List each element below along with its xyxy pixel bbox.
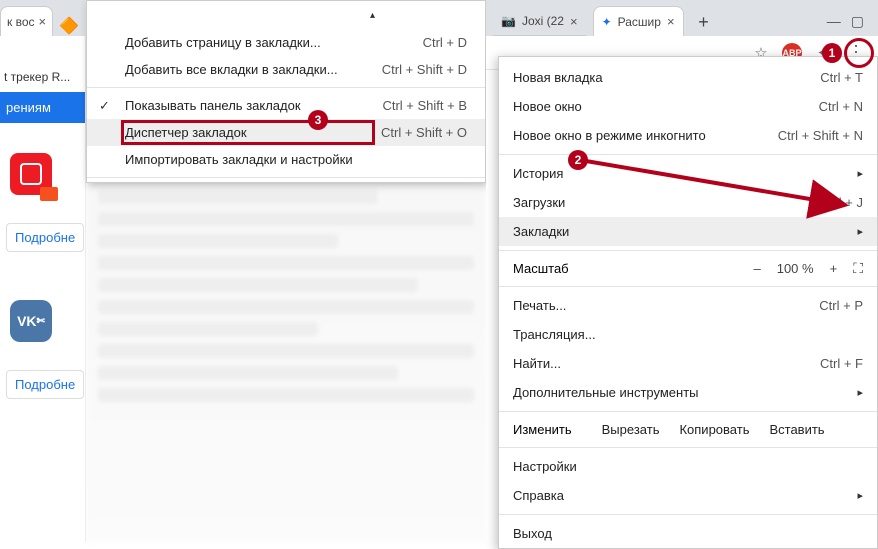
left-window-fragment: к вос × 🔶 t трекер R... рениям Подробне … <box>0 0 86 542</box>
submenu-shortcut: Ctrl + Shift + D <box>382 62 467 77</box>
annotation-badge-1: 1 <box>822 43 842 63</box>
submenu-label: Добавить все вкладки в закладки... <box>125 62 338 77</box>
blurred-bookmark-list <box>86 160 486 542</box>
right-tabstrip: 📷 Joxi (22 × ✦ Расшир × + — ▢ <box>486 0 878 36</box>
right-window-fragment: 📷 Joxi (22 × ✦ Расшир × + — ▢ ☆ ABP ✦ ⋮ … <box>486 0 878 542</box>
submenu-shortcut: Ctrl + Shift + B <box>382 98 467 113</box>
browser-tab-extensions[interactable]: ✦ Расшир × <box>593 6 684 36</box>
tab-title: Расшир <box>618 15 661 29</box>
check-icon: ✓ <box>99 98 110 114</box>
chevron-right-icon: ▸ <box>857 225 863 238</box>
menu-settings[interactable]: Настройки <box>499 452 877 481</box>
menu-edit-row: Изменить Вырезать Копировать Вставить <box>499 416 877 443</box>
zoom-in-button[interactable]: + <box>830 261 838 276</box>
browser-tab-joxi[interactable]: 📷 Joxi (22 × <box>492 6 587 36</box>
submenu-shortcut: Ctrl + D <box>423 35 467 50</box>
close-icon[interactable]: × <box>39 14 47 29</box>
joxi-icon: 📷 <box>501 14 516 28</box>
close-icon[interactable]: × <box>667 14 675 29</box>
details-link-2[interactable]: Подробне <box>6 370 84 399</box>
menu-zoom: Масштаб – 100 % + ⛶ <box>499 255 877 282</box>
close-icon[interactable]: × <box>570 14 578 29</box>
menu-print[interactable]: Печать... Ctrl + P <box>499 291 877 320</box>
tab-title: Joxi (22 <box>522 14 564 28</box>
submenu-label: Диспетчер закладок <box>125 125 247 140</box>
caret-up-icon: ▴ <box>370 10 375 21</box>
submenu-label: Импортировать закладки и настройки <box>125 152 353 167</box>
minimize-icon[interactable]: — <box>827 13 841 30</box>
menu-new-tab[interactable]: Новая вкладка Ctrl + T <box>499 63 877 92</box>
maximize-icon[interactable]: ▢ <box>851 13 864 30</box>
chevron-right-icon: ▸ <box>857 386 863 399</box>
extension-icon: ✦ <box>602 15 612 29</box>
vk-icon: VK✄ <box>10 300 52 342</box>
left-tabstrip: к вос × 🔶 <box>0 0 85 36</box>
left-blue-bar[interactable]: рениям <box>0 92 85 123</box>
menu-incognito[interactable]: Новое окно в режиме инкогнито Ctrl + Shi… <box>499 121 877 150</box>
menu-more-tools[interactable]: Дополнительные инструменты ▸ <box>499 378 877 407</box>
submenu-label: Показывать панель закладок <box>125 98 301 113</box>
annotation-badge-2: 2 <box>568 150 588 170</box>
submenu-show-panel[interactable]: ✓ Показывать панель закладок Ctrl + Shif… <box>87 92 485 119</box>
fullscreen-icon[interactable]: ⛶ <box>853 260 863 277</box>
paste-button[interactable]: Вставить <box>769 422 824 437</box>
submenu-add-all-tabs[interactable]: Добавить все вкладки в закладки... Ctrl … <box>87 56 485 83</box>
cut-button[interactable]: Вырезать <box>602 422 660 437</box>
submenu-import[interactable]: Импортировать закладки и настройки <box>87 146 485 173</box>
bookmarks-submenu: ▴ Добавить страницу в закладки... Ctrl +… <box>86 0 486 183</box>
menu-new-window[interactable]: Новое окно Ctrl + N <box>499 92 877 121</box>
menu-find[interactable]: Найти... Ctrl + F <box>499 349 877 378</box>
menu-exit[interactable]: Выход <box>499 519 877 548</box>
menu-cast[interactable]: Трансляция... <box>499 320 877 349</box>
left-tracker-label: t трекер R... <box>0 46 85 92</box>
zoom-value: 100 % <box>777 261 814 276</box>
chevron-right-icon: ▸ <box>857 167 863 180</box>
details-link-1[interactable]: Подробне <box>6 223 84 252</box>
menu-history[interactable]: История ▸ <box>499 159 877 188</box>
annotation-badge-3: 3 <box>308 110 328 130</box>
new-tab-button[interactable]: + <box>690 8 718 36</box>
browser-tab-truncated[interactable]: к вос × <box>0 6 53 36</box>
submenu-add-page[interactable]: Добавить страницу в закладки... Ctrl + D <box>87 29 485 56</box>
menu-bookmarks[interactable]: Закладки ▸ <box>499 217 877 246</box>
submenu-bookmark-manager[interactable]: Диспетчер закладок Ctrl + Shift + O <box>87 119 485 146</box>
chrome-main-menu: Новая вкладка Ctrl + T Новое окно Ctrl +… <box>498 56 878 549</box>
copy-button[interactable]: Копировать <box>679 422 749 437</box>
zoom-out-button[interactable]: – <box>753 261 760 276</box>
chevron-right-icon: ▸ <box>857 489 863 502</box>
menu-downloads[interactable]: Загрузки Ctrl + J <box>499 188 877 217</box>
menu-help[interactable]: Справка ▸ <box>499 481 877 510</box>
pdf-icon <box>10 153 52 195</box>
tab-title: к вос <box>7 15 35 29</box>
submenu-shortcut: Ctrl + Shift + O <box>381 125 467 140</box>
submenu-label: Добавить страницу в закладки... <box>125 35 321 50</box>
